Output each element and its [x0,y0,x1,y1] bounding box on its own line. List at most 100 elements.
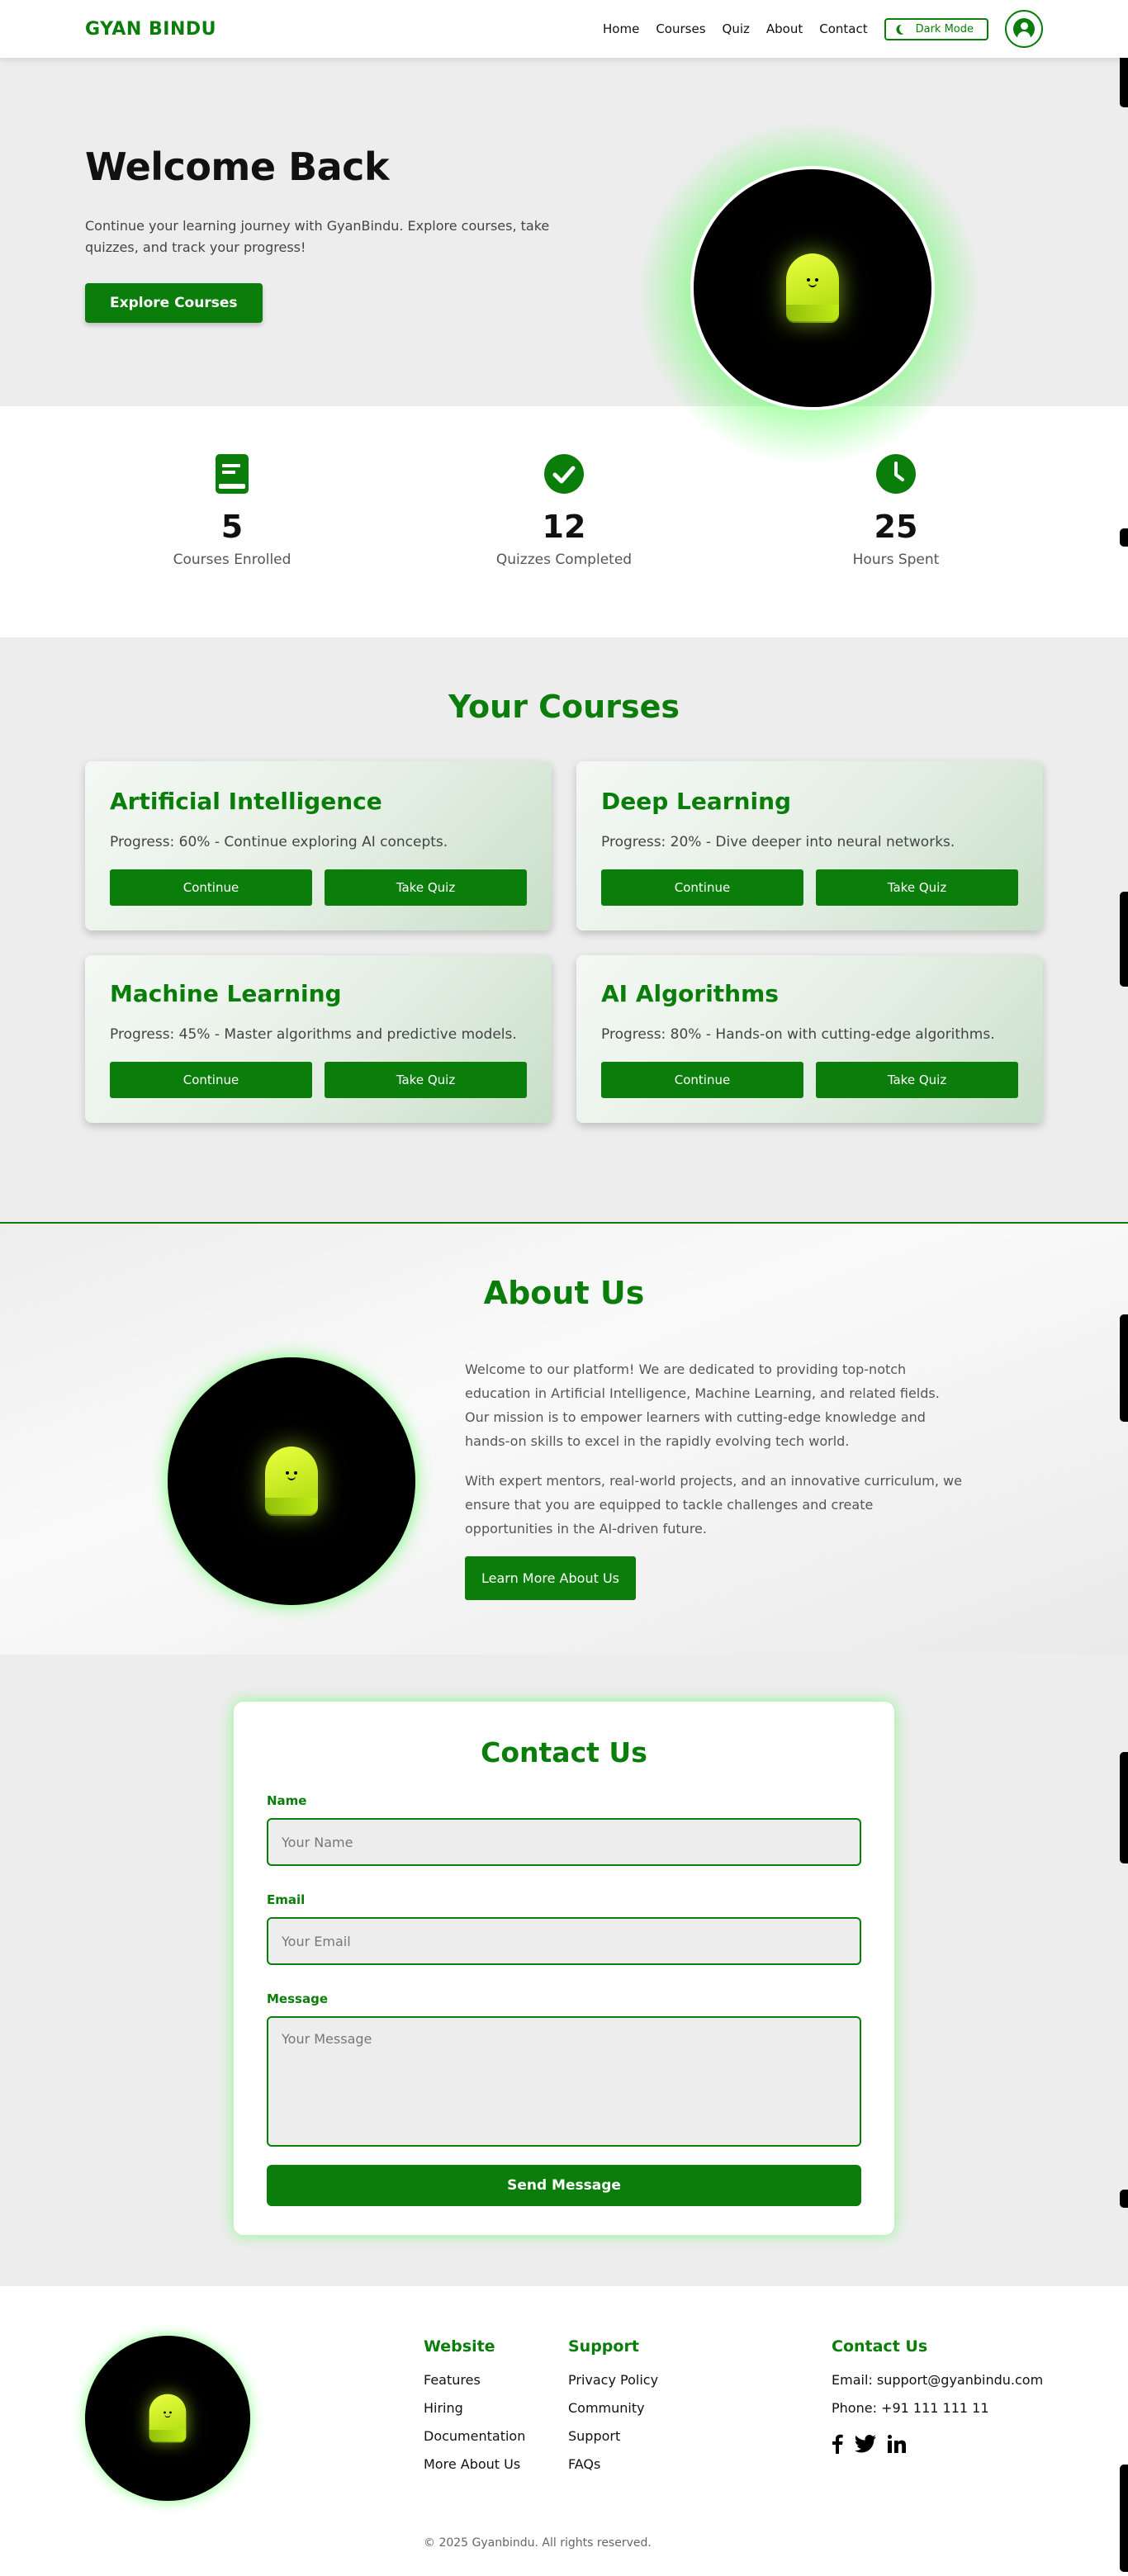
email-placeholder: Your Email [282,1933,351,1949]
about-mascot [168,1357,415,1605]
learn-more-button[interactable]: Learn More About Us [465,1556,636,1600]
user-icon [1013,18,1035,40]
about-paragraph: With expert mentors, real-world projects… [465,1473,962,1537]
explore-courses-button[interactable]: Explore Courses [85,283,263,323]
hero-title: Welcome Back [85,144,390,189]
footer-email: Email: support@gyanbindu.com [832,2372,1044,2388]
footer-logo [85,2336,250,2501]
scroll-mark [1120,892,1128,987]
continue-button[interactable]: Continue [110,1062,312,1098]
profile-button[interactable] [1005,10,1043,48]
nav-link-quiz[interactable]: Quiz [723,21,750,36]
continue-button[interactable]: Continue [110,869,312,906]
course-card: Machine Learning Progress: 45% - Master … [85,955,552,1123]
footer-link[interactable]: Support [568,2428,658,2444]
contact-title: Contact Us [481,1736,647,1769]
courses-title: Your Courses [448,689,680,725]
course-progress: Progress: 20% - Dive deeper into neural … [601,834,955,850]
footer-link[interactable]: Hiring [424,2400,525,2416]
footer-contact-column: Contact Us Email: support@gyanbindu.com … [832,2337,1043,2457]
dark-mode-button[interactable]: Dark Mode [884,17,988,40]
message-placeholder: Your Message [282,2031,372,2047]
copyright: © 2025 Gyanbindu. All rights reserved. [424,2536,652,2550]
email-label: Email [267,1892,306,1907]
footer-link[interactable]: Documentation [424,2428,525,2444]
take-quiz-button[interactable]: Take Quiz [816,1062,1018,1098]
course-progress: Progress: 80% - Hands-on with cutting-ed… [601,1026,995,1043]
about-paragraph: Welcome to our platform! We are dedicate… [465,1361,940,1449]
take-quiz-button[interactable]: Take Quiz [325,869,527,906]
footer-link[interactable]: Privacy Policy [568,2372,658,2388]
about-text: Welcome to our platform! We are dedicate… [465,1357,964,1600]
contact-section: Contact Us Name Your Name Email Your Ema… [0,1655,1128,2286]
footer-support-title: Support [568,2337,639,2356]
scroll-mark [1120,2190,1128,2208]
send-message-button[interactable]: Send Message [267,2165,861,2206]
site-logo[interactable]: GYAN BINDU [85,19,216,40]
continue-button[interactable]: Continue [601,869,803,906]
stat-label: Quizzes Completed [495,552,633,568]
social-links [832,2434,1043,2457]
stat-number: 12 [542,509,586,545]
twitter-icon[interactable] [855,2435,876,2456]
facebook-icon[interactable] [832,2434,843,2457]
clock-icon [876,454,916,494]
course-title: AI Algorithms [601,980,779,1007]
scroll-mark [1120,528,1128,547]
course-card: AI Algorithms Progress: 80% - Hands-on w… [576,955,1043,1123]
course-progress: Progress: 45% - Master algorithms and pr… [110,1026,517,1043]
footer-website-title: Website [424,2337,495,2356]
stat-quizzes: 12 Quizzes Completed [440,406,688,637]
about-section: About Us Welcome to our platform! We are… [0,1224,1128,1655]
footer-contact-title: Contact Us [832,2337,928,2356]
course-progress: Progress: 60% - Continue exploring AI co… [110,834,448,850]
nav-link-about[interactable]: About [766,21,803,36]
footer-support-column: Support Privacy Policy Community Support… [568,2337,658,2472]
stat-number: 25 [874,509,918,545]
course-card: Deep Learning Progress: 20% - Dive deepe… [576,761,1043,930]
scroll-mark [1120,1752,1128,1863]
ghost-mascot-icon [786,253,839,323]
moon-icon [898,22,910,35]
course-title: Artificial Intelligence [110,788,382,815]
stats-section: 5 Courses Enrolled 12 Quizzes Completed … [0,406,1128,637]
nav-link-courses[interactable]: Courses [656,21,705,36]
footer-link[interactable]: Community [568,2400,658,2416]
stat-label: Courses Enrolled [173,552,291,568]
course-grid: Artificial Intelligence Progress: 60% - … [0,761,1128,1123]
footer: Website Features Hiring Documentation Mo… [0,2286,1128,2576]
hero-text: Welcome Back Continue your learning jour… [85,144,564,323]
ghost-mascot-icon [149,2394,187,2443]
nav-link-home[interactable]: Home [603,21,639,36]
hero-description: Continue your learning journey with Gyan… [85,218,550,255]
name-field[interactable]: Your Name [267,1818,861,1866]
footer-link[interactable]: Features [424,2372,525,2388]
stat-courses: 5 Courses Enrolled [108,406,356,637]
footer-link[interactable]: More About Us [424,2456,525,2472]
footer-link[interactable]: FAQs [568,2456,658,2472]
message-field[interactable]: Your Message [267,2016,861,2147]
take-quiz-button[interactable]: Take Quiz [816,869,1018,906]
nav-link-contact[interactable]: Contact [819,21,867,36]
take-quiz-button[interactable]: Take Quiz [325,1062,527,1098]
linkedin-icon[interactable] [888,2435,906,2456]
course-card: Artificial Intelligence Progress: 60% - … [85,761,552,930]
hero-section: Welcome Back Continue your learning jour… [0,58,1128,466]
name-placeholder: Your Name [282,1834,353,1850]
hero-mascot [690,166,935,410]
about-title: About Us [483,1275,645,1311]
name-label: Name [267,1793,307,1808]
scroll-mark [1120,2465,1128,2572]
footer-website-column: Website Features Hiring Documentation Mo… [424,2337,525,2472]
courses-section: Your Courses Artificial Intelligence Pro… [0,637,1128,1224]
continue-button[interactable]: Continue [601,1062,803,1098]
course-title: Machine Learning [110,980,342,1007]
scroll-mark [1120,1314,1128,1422]
stat-label: Hours Spent [852,552,940,568]
ghost-mascot-icon [265,1447,318,1516]
dark-mode-label: Dark Mode [915,22,974,36]
message-label: Message [267,1991,328,2006]
email-field[interactable]: Your Email [267,1917,861,1965]
course-title: Deep Learning [601,788,792,815]
footer-phone: Phone: +91 111 111 11 [832,2400,989,2416]
